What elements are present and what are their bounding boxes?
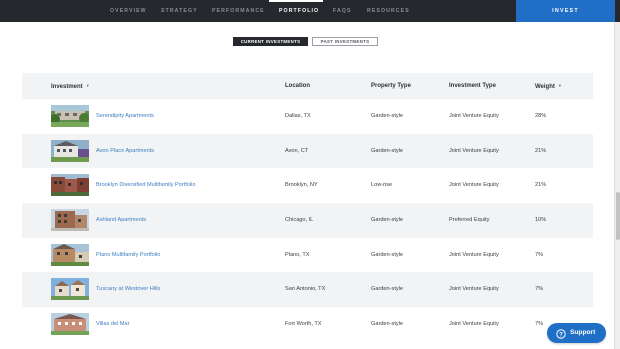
- property-thumbnail[interactable]: [51, 139, 89, 162]
- weight-cell: 21%: [535, 147, 547, 154]
- table-row[interactable]: Ashland Apartments Chicago, IL Garden-st…: [22, 203, 593, 238]
- property-thumbnail[interactable]: [51, 243, 89, 266]
- property-type-cell: Garden-style: [371, 113, 404, 119]
- property-thumbnail[interactable]: [51, 174, 89, 197]
- location-cell: Avon, CT: [285, 147, 309, 154]
- current-investments-tab[interactable]: CURRENT INVESTMENTS: [233, 37, 308, 46]
- header-weight-label: Weight: [535, 84, 555, 90]
- investment-type-cell: Joint Venture Equity: [449, 113, 499, 119]
- table-row[interactable]: Serendipity Apartments Dallas, TX Garden…: [22, 99, 593, 134]
- table-row[interactable]: Brooklyn Diversified Multifamily Portfol…: [22, 168, 593, 203]
- investment-name-link[interactable]: Avon Place Apartments: [96, 134, 154, 168]
- weight-cell: 28%: [535, 113, 547, 119]
- table-row[interactable]: Avon Place Apartments Avon, CT Garden-st…: [22, 133, 593, 169]
- weight-cell: 7%: [535, 321, 544, 328]
- page-scrollbar[interactable]: [614, 22, 620, 349]
- table-row[interactable]: Plano Multifamily Portfolio Plano, TX Ga…: [22, 238, 593, 273]
- svg-text:?: ?: [559, 332, 563, 338]
- header-property-type[interactable]: Property Type: [371, 73, 411, 99]
- scrollbar-thumb[interactable]: [616, 192, 620, 240]
- header-investment[interactable]: Investment ▼: [51, 73, 90, 99]
- property-type-cell: Garden-style: [371, 321, 404, 328]
- support-button[interactable]: ? Support: [547, 323, 606, 343]
- weight-cell: 10%: [535, 217, 547, 224]
- investment-type-cell: Joint Venture Equity: [449, 182, 499, 189]
- nav-item-resources[interactable]: RESOURCES: [367, 0, 410, 22]
- nav-active-indicator: [269, 0, 323, 2]
- support-label: Support: [570, 329, 596, 336]
- header-weight[interactable]: Weight ▼: [535, 73, 562, 99]
- investments-table: Investment ▼ Location Property Type Inves…: [22, 73, 593, 342]
- property-type-cell: Low-rise: [371, 182, 393, 189]
- weight-cell: 21%: [535, 182, 547, 189]
- invest-button[interactable]: INVEST: [516, 0, 615, 22]
- nav-item-strategy[interactable]: STRATEGY: [161, 0, 198, 22]
- investment-name-link[interactable]: Villas del Mar: [96, 307, 129, 341]
- past-investments-tab[interactable]: PAST INVESTMENTS: [312, 37, 378, 46]
- investment-name-link[interactable]: Ashland Apartments: [96, 203, 146, 237]
- property-thumbnail[interactable]: [51, 209, 89, 232]
- investment-type-cell: Joint Venture Equity: [449, 251, 499, 258]
- investment-type-cell: Joint Venture Equity: [449, 147, 499, 154]
- table-row[interactable]: Tuscany at Westover Hills San Antonio, T…: [22, 272, 593, 308]
- sort-down-icon: ▼: [85, 83, 90, 88]
- investment-type-cell: Joint Venture Equity: [449, 321, 499, 328]
- location-cell: Brooklyn, NY: [285, 182, 318, 189]
- header-investment-label: Investment: [51, 84, 83, 90]
- investment-type-cell: Joint Venture Equity: [449, 286, 499, 293]
- weight-cell: 7%: [535, 251, 544, 258]
- table-header: Investment ▼ Location Property Type Inves…: [22, 73, 593, 99]
- nav-item-faqs[interactable]: FAQS: [333, 0, 352, 22]
- investment-name-link[interactable]: Brooklyn Diversified Multifamily Portfol…: [96, 168, 195, 202]
- top-nav: OVERVIEW STRATEGY PERFORMANCE PORTFOLIO …: [0, 0, 620, 22]
- investment-name-link[interactable]: Tuscany at Westover Hills: [96, 272, 160, 306]
- location-cell: Plano, TX: [285, 251, 310, 258]
- investment-name-link[interactable]: Plano Multifamily Portfolio: [96, 238, 160, 272]
- nav-item-portfolio[interactable]: PORTFOLIO: [279, 0, 319, 22]
- location-cell: Fort Worth, TX: [285, 321, 322, 328]
- location-cell: Chicago, IL: [285, 217, 314, 224]
- weight-cell: 7%: [535, 286, 544, 293]
- property-type-cell: Garden-style: [371, 251, 404, 258]
- investment-name-link[interactable]: Serendipity Apartments: [96, 99, 154, 133]
- nav-item-overview[interactable]: OVERVIEW: [110, 0, 147, 22]
- property-thumbnail[interactable]: [51, 105, 89, 127]
- page: OVERVIEW STRATEGY PERFORMANCE PORTFOLIO …: [0, 0, 620, 349]
- property-type-cell: Garden-style: [371, 217, 404, 224]
- property-thumbnail[interactable]: [51, 313, 89, 336]
- table-row[interactable]: Villas del Mar Fort Worth, TX Garden-sty…: [22, 307, 593, 342]
- property-thumbnail[interactable]: [51, 278, 89, 301]
- property-type-cell: Garden-style: [371, 147, 404, 154]
- sort-down-icon: ▼: [557, 83, 562, 88]
- help-icon: ?: [556, 328, 566, 339]
- location-cell: San Antonio, TX: [285, 286, 326, 293]
- investment-type-cell: Preferred Equity: [449, 217, 490, 224]
- nav-item-performance[interactable]: PERFORMANCE: [212, 0, 265, 22]
- property-type-cell: Garden-style: [371, 286, 404, 293]
- nav-links: OVERVIEW STRATEGY PERFORMANCE PORTFOLIO …: [0, 0, 516, 22]
- header-location[interactable]: Location: [285, 73, 310, 99]
- location-cell: Dallas, TX: [285, 113, 311, 119]
- header-investment-type[interactable]: Investment Type: [449, 73, 496, 99]
